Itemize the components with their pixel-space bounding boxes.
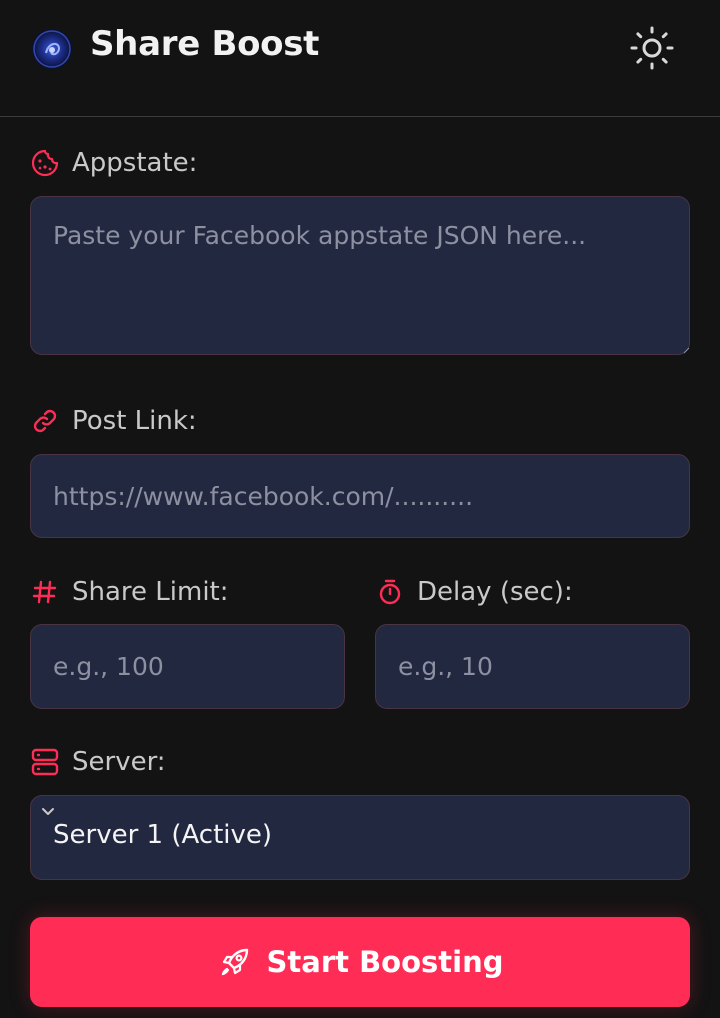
sun-icon bbox=[630, 26, 674, 70]
post-link-input[interactable] bbox=[30, 454, 690, 538]
rocket-icon bbox=[217, 944, 253, 980]
server-label: Server: bbox=[30, 747, 166, 777]
app-title: Share Boost bbox=[90, 24, 320, 64]
post-link-label-text: Post Link: bbox=[72, 406, 197, 436]
share-limit-label: Share Limit: bbox=[30, 577, 229, 607]
start-boosting-button[interactable]: Start Boosting bbox=[30, 917, 690, 1007]
hash-icon bbox=[30, 577, 60, 607]
theme-toggle-button[interactable] bbox=[628, 24, 676, 72]
chevron-down-icon bbox=[42, 808, 54, 815]
app-header: Share Boost bbox=[0, 0, 720, 117]
share-limit-label-text: Share Limit: bbox=[72, 577, 229, 607]
start-boosting-label: Start Boosting bbox=[266, 945, 504, 979]
delay-input[interactable] bbox=[375, 624, 690, 709]
server-label-text: Server: bbox=[72, 747, 166, 777]
post-link-label: Post Link: bbox=[30, 406, 197, 436]
server-select[interactable]: Server 1 (Active) bbox=[30, 795, 690, 880]
server-selected-value: Server 1 (Active) bbox=[53, 820, 273, 850]
appstate-label: Appstate: bbox=[30, 148, 197, 178]
appstate-textarea[interactable] bbox=[30, 196, 690, 355]
cookie-icon bbox=[30, 148, 60, 178]
stopwatch-icon bbox=[375, 577, 405, 607]
resize-grip-icon[interactable] bbox=[682, 344, 690, 354]
share-limit-input[interactable] bbox=[30, 624, 345, 709]
link-icon bbox=[30, 406, 60, 436]
delay-label-text: Delay (sec): bbox=[417, 577, 573, 607]
delay-label: Delay (sec): bbox=[375, 577, 573, 607]
appstate-label-text: Appstate: bbox=[72, 148, 198, 178]
server-icon bbox=[30, 747, 60, 777]
app-logo-icon bbox=[32, 29, 72, 69]
